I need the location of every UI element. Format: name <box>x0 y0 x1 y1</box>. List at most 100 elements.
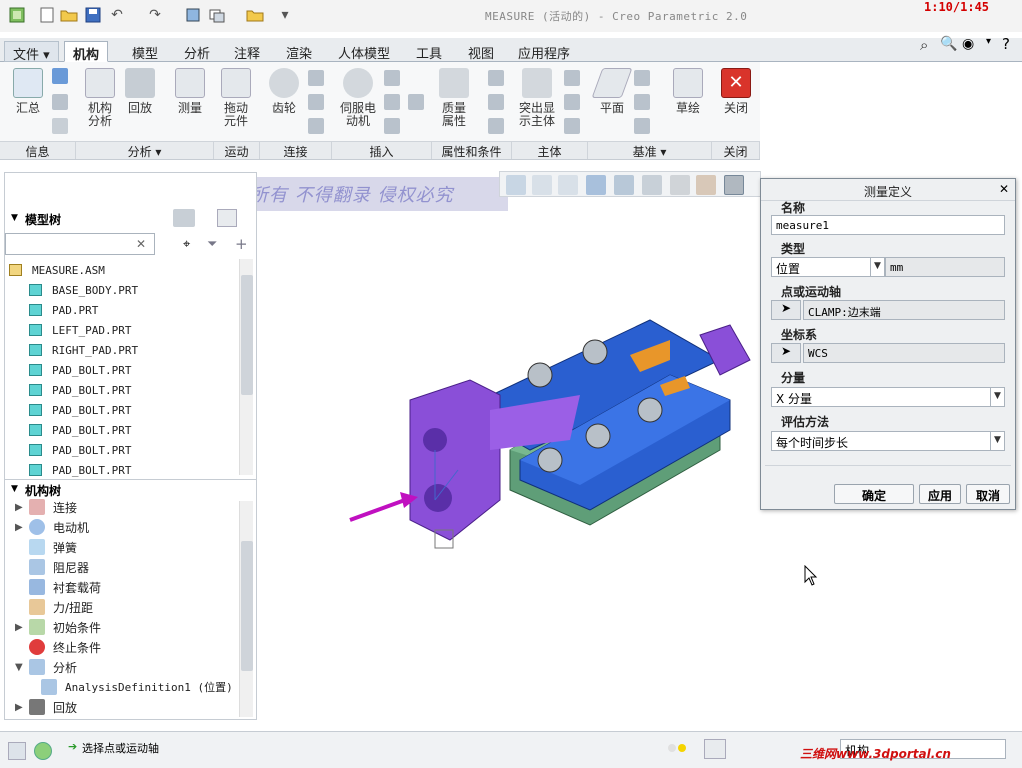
tab-applications[interactable]: 应用程序 <box>510 41 578 62</box>
point-field[interactable]: CLAMP:边末端 <box>803 300 1005 320</box>
collapse-icon[interactable]: ▼ <box>11 213 18 223</box>
add-icon[interactable]: + <box>235 235 248 253</box>
navigator-toggle-icon[interactable] <box>8 742 26 760</box>
tree-item[interactable]: PAD_BOLT.PRT <box>17 400 131 420</box>
tab-view[interactable]: 视图 <box>460 41 502 62</box>
mech-item-termination-conditions[interactable]: 终止条件 <box>15 637 101 657</box>
tab-mechanism[interactable]: 机构 <box>64 41 109 63</box>
sketch-button[interactable]: 草绘 <box>668 68 708 115</box>
scrollbar-thumb[interactable] <box>241 275 253 395</box>
new-file-icon[interactable] <box>38 6 56 24</box>
tree-item[interactable]: PAD_BOLT.PRT <box>17 460 131 480</box>
mech-item-dampers[interactable]: 阻尼器 <box>15 557 89 577</box>
mechanism-analysis-button[interactable]: 机构 分析 <box>80 68 120 128</box>
tree-item[interactable]: BASE_BODY.PRT <box>17 280 138 300</box>
tree-item[interactable]: PAD_BOLT.PRT <box>17 440 131 460</box>
tree-root[interactable]: MEASURE.ASM <box>9 260 105 280</box>
bushing-icon[interactable] <box>408 94 424 110</box>
reconnect-icon[interactable] <box>564 94 580 110</box>
body-definition-icon[interactable] <box>564 70 580 86</box>
tab-render[interactable]: 渲染 <box>278 41 320 62</box>
find-icon[interactable] <box>704 739 726 759</box>
mech-item-springs[interactable]: 弹簧 <box>15 537 77 557</box>
show-icon[interactable] <box>217 209 237 227</box>
zoom-in-icon[interactable] <box>532 175 552 195</box>
playback-button[interactable]: 回放 <box>120 68 160 115</box>
open-folder-icon[interactable] <box>60 6 78 24</box>
browser-toggle-icon[interactable] <box>34 742 52 760</box>
display-style-icon[interactable] <box>614 175 634 195</box>
mech-item-force-torque[interactable]: 力/扭距 <box>15 597 93 617</box>
gears-button[interactable]: 齿轮 <box>264 68 304 115</box>
select-csys-button[interactable]: ➤ <box>771 343 801 363</box>
saved-views-icon[interactable] <box>642 175 662 195</box>
belt-icon[interactable] <box>308 118 324 134</box>
list-icon[interactable] <box>52 118 68 134</box>
select-point-button[interactable]: ➤ <box>771 300 801 320</box>
zoom-out-icon[interactable] <box>558 175 578 195</box>
csys-field[interactable]: WCS <box>803 343 1005 363</box>
customize-quick-access-icon[interactable]: ▾ <box>276 6 294 24</box>
expand-icon[interactable]: ▶ <box>15 502 29 513</box>
group-analysis[interactable]: 分析 ▾ <box>76 141 214 159</box>
clear-search-icon[interactable]: ✕ <box>136 237 146 251</box>
termination-condition-icon[interactable] <box>488 118 504 134</box>
find-icon[interactable]: ⌖ <box>183 237 190 252</box>
tab-tools[interactable]: 工具 <box>408 41 450 62</box>
refit-icon[interactable] <box>506 175 526 195</box>
windows-icon[interactable] <box>208 6 226 24</box>
search-input[interactable] <box>5 233 155 255</box>
expand-icon[interactable]: ▶ <box>15 522 29 533</box>
search-icon[interactable]: ⌕ <box>920 36 928 54</box>
mech-item-initial-conditions[interactable]: ▶ 初始条件 <box>15 617 101 637</box>
highlight-bodies-button[interactable]: 突出显 示主体 <box>514 68 560 128</box>
mass-properties-button[interactable]: 质量 属性 <box>434 68 474 128</box>
gravity-icon[interactable] <box>488 70 504 86</box>
point-icon[interactable] <box>634 94 650 110</box>
plane-button[interactable]: 平面 <box>591 68 633 115</box>
mechanism-tree-scrollbar[interactable] <box>239 501 253 717</box>
cancel-button[interactable]: 取消 <box>966 484 1010 504</box>
mech-item-playbacks[interactable]: ▶ 回放 <box>15 697 77 717</box>
view-manager-icon[interactable] <box>670 175 690 195</box>
expand-icon[interactable]: ▶ <box>15 702 29 713</box>
force-motor-icon[interactable] <box>384 70 400 86</box>
close-window-icon[interactable] <box>246 6 264 24</box>
servo-motor-button[interactable]: 伺服电 动机 <box>336 68 380 128</box>
datum-display-icon[interactable] <box>696 175 716 195</box>
community-icon[interactable]: ◉ <box>962 36 974 52</box>
collapse-icon[interactable]: ▼ <box>11 484 18 494</box>
measure-small-icon[interactable] <box>52 94 68 110</box>
type-select[interactable]: 位置 ▼ <box>771 257 885 277</box>
tab-model[interactable]: 模型 <box>124 41 166 62</box>
expand-icon[interactable]: ▶ <box>15 622 29 633</box>
tab-file[interactable]: 文件 ▾ <box>4 41 59 63</box>
tree-item[interactable]: PAD_BOLT.PRT <box>17 360 131 380</box>
model-tree-scrollbar[interactable] <box>239 259 253 475</box>
mechanism-display-icon[interactable] <box>724 175 744 195</box>
measure-button[interactable]: 测量 <box>170 68 210 115</box>
axis-icon[interactable] <box>634 70 650 86</box>
regenerate-icon[interactable] <box>184 6 202 24</box>
apply-button[interactable]: 应用 <box>919 484 961 504</box>
search-glass-icon[interactable]: 🔍 <box>940 36 957 52</box>
ground-bodies-icon[interactable] <box>564 118 580 134</box>
settings-icon[interactable] <box>173 209 195 227</box>
damper-icon[interactable] <box>384 118 400 134</box>
ok-button[interactable]: 确定 <box>834 484 914 504</box>
name-field[interactable]: measure1 <box>771 215 1005 235</box>
filter-icon[interactable]: ⏷ <box>207 237 217 252</box>
group-datum[interactable]: 基准 ▾ <box>588 141 712 159</box>
mech-item-analysis-definition[interactable]: AnalysisDefinition1 (位置) <box>41 677 233 697</box>
csys-icon[interactable] <box>634 118 650 134</box>
cam-icon[interactable] <box>308 70 324 86</box>
playback-icon[interactable] <box>52 68 68 84</box>
tab-annotate[interactable]: 注释 <box>226 41 268 62</box>
drag-components-button[interactable]: 拖动 元件 <box>216 68 256 128</box>
tab-analysis[interactable]: 分析 <box>176 41 218 62</box>
mech-item-analyses[interactable]: ▼ 分析 <box>15 657 77 677</box>
evaluation-method-select[interactable]: 每个时间步长 ▼ <box>771 431 1005 451</box>
tree-item[interactable]: PAD.PRT <box>17 300 98 320</box>
summary-button[interactable]: 汇总 <box>8 68 48 115</box>
redo-icon[interactable]: ↷ <box>146 6 164 24</box>
